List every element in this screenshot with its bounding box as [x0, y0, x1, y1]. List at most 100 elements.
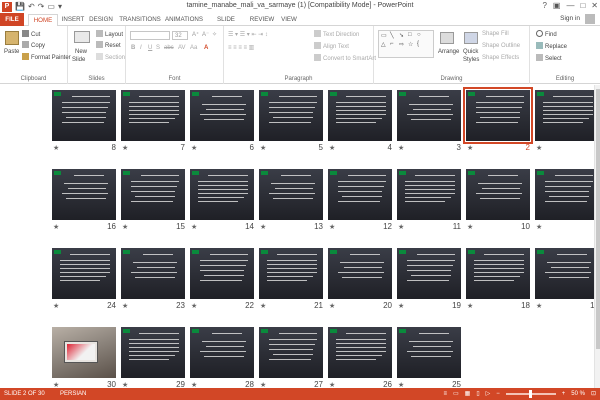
line-shape-icon[interactable]: ╲: [390, 32, 394, 39]
slide-transition-icon[interactable]: ★: [467, 302, 473, 310]
zoom-out-button[interactable]: −: [496, 388, 500, 400]
slide-thumbnail[interactable]: [259, 169, 323, 220]
bullets-icon[interactable]: ☰ ▾ ☰ ▾ ⇤ ⇥ ↕: [228, 31, 268, 40]
slide-thumbnail[interactable]: [259, 248, 323, 299]
find-button[interactable]: Find: [536, 30, 557, 40]
slide-transition-icon[interactable]: ★: [467, 223, 473, 231]
slide-thumbnail[interactable]: [190, 169, 254, 220]
sign-in-link[interactable]: Sign in: [560, 15, 580, 22]
tab-animations[interactable]: ANIMATIONS: [164, 14, 204, 26]
slide-transition-icon[interactable]: ★: [467, 144, 473, 152]
slide-thumbnail[interactable]: [190, 327, 254, 378]
tab-transitions[interactable]: TRANSITIONS: [118, 14, 162, 26]
slide-transition-icon[interactable]: ★: [536, 223, 542, 231]
shape-effects-button[interactable]: Shape Effects: [482, 54, 519, 63]
quick-styles-icon[interactable]: [464, 32, 478, 44]
format-painter-button[interactable]: Format Painter: [22, 53, 71, 63]
copy-button[interactable]: Copy: [22, 41, 45, 51]
arrange-icon[interactable]: [440, 32, 454, 44]
new-slide-icon[interactable]: [74, 31, 90, 43]
strikethrough-button[interactable]: abc: [164, 44, 174, 53]
slide-thumbnail[interactable]: [466, 169, 530, 220]
slideshow-view-icon[interactable]: ▷: [486, 388, 491, 400]
font-color-button[interactable]: A: [204, 44, 208, 53]
zoom-slider-thumb[interactable]: [528, 390, 532, 398]
scrollbar-thumb[interactable]: [596, 89, 600, 349]
layout-button[interactable]: Layout: [96, 30, 123, 40]
help-icon[interactable]: ?: [542, 0, 546, 12]
slide-transition-icon[interactable]: ★: [260, 302, 266, 310]
slide-transition-icon[interactable]: ★: [122, 144, 128, 152]
underline-button[interactable]: U: [148, 44, 152, 53]
minimize-icon[interactable]: —: [566, 0, 574, 12]
slide-transition-icon[interactable]: ★: [536, 302, 542, 310]
slide-transition-icon[interactable]: ★: [191, 302, 197, 310]
slide-thumbnail[interactable]: [190, 248, 254, 299]
paste-button[interactable]: Paste: [4, 48, 19, 57]
char-spacing-button[interactable]: AV: [178, 44, 186, 53]
corner-shape-icon[interactable]: ⌐: [390, 41, 394, 47]
slide-thumbnail[interactable]: [121, 327, 185, 378]
vertical-scrollbar[interactable]: [594, 85, 600, 388]
slide-transition-icon[interactable]: ★: [329, 144, 335, 152]
slide-thumbnail[interactable]: [535, 169, 599, 220]
rect2-shape-icon[interactable]: □: [408, 32, 412, 38]
slide-transition-icon[interactable]: ★: [536, 144, 542, 152]
slide-transition-icon[interactable]: ★: [260, 144, 266, 152]
font-name-combo[interactable]: [130, 31, 170, 40]
star-shape-icon[interactable]: ☆: [408, 41, 413, 48]
slide-thumbnail[interactable]: [463, 87, 533, 144]
slide-thumbnail[interactable]: [535, 248, 599, 299]
slide-thumbnail[interactable]: [52, 327, 116, 378]
convert-smartart-button[interactable]: Convert to SmartArt: [314, 54, 376, 64]
slide-transition-icon[interactable]: ★: [53, 302, 59, 310]
notes-icon[interactable]: ≡: [443, 388, 447, 400]
oval-shape-icon[interactable]: ○: [417, 32, 421, 38]
slide-thumbnail[interactable]: [328, 169, 392, 220]
new-slide-button-label2[interactable]: Slide: [72, 56, 85, 65]
slide-thumbnail[interactable]: [121, 90, 185, 141]
change-case-button[interactable]: Aa: [190, 44, 197, 53]
shapes-gallery[interactable]: ▭ ╲ ➘ □ ○ △ ⌐ ⇨ ☆ {: [378, 30, 434, 58]
tab-slide-show[interactable]: SLIDE SHOW: [207, 14, 245, 35]
slide-transition-icon[interactable]: ★: [329, 302, 335, 310]
bold-button[interactable]: B: [131, 44, 135, 53]
align-icons[interactable]: ≡ ≡ ≡ ≡ ▥: [228, 44, 254, 53]
slide-thumbnail[interactable]: [397, 327, 461, 378]
slide-sorter-view-icon[interactable]: ▦: [465, 388, 471, 400]
slide-thumbnail[interactable]: [397, 248, 461, 299]
italic-button[interactable]: I: [140, 44, 142, 53]
replace-button[interactable]: Replace: [536, 42, 567, 52]
align-text-button[interactable]: Align Text: [314, 42, 349, 52]
slide-transition-icon[interactable]: ★: [329, 223, 335, 231]
slide-thumbnail[interactable]: [535, 90, 599, 141]
normal-view-icon[interactable]: ▭: [453, 388, 459, 400]
section-button[interactable]: Section: [96, 53, 125, 63]
zoom-level[interactable]: 50 %: [571, 388, 585, 400]
maximize-icon[interactable]: □: [580, 0, 585, 12]
slide-transition-icon[interactable]: ★: [260, 223, 266, 231]
slide-thumbnail[interactable]: [190, 90, 254, 141]
slide-thumbnail[interactable]: [52, 248, 116, 299]
tab-insert[interactable]: INSERT: [60, 14, 86, 26]
slide-thumbnail[interactable]: [259, 90, 323, 141]
tab-review[interactable]: REVIEW: [248, 14, 276, 26]
paste-icon[interactable]: [5, 31, 19, 45]
grow-font-icon[interactable]: A⁺: [192, 31, 199, 40]
select-button[interactable]: Select: [536, 54, 562, 64]
slide-thumbnail[interactable]: [397, 90, 461, 141]
arrow-shape-icon[interactable]: ➘: [399, 32, 404, 39]
cut-button[interactable]: Cut: [22, 30, 40, 40]
slide-transition-icon[interactable]: ★: [398, 223, 404, 231]
rectangle-shape-icon[interactable]: ▭: [381, 32, 387, 39]
fit-window-icon[interactable]: ⊡: [591, 388, 596, 400]
slide-transition-icon[interactable]: ★: [398, 302, 404, 310]
zoom-slider[interactable]: [505, 390, 556, 398]
user-avatar[interactable]: [585, 14, 595, 24]
triangle-shape-icon[interactable]: △: [381, 41, 386, 48]
text-direction-button[interactable]: Text Direction: [314, 30, 359, 40]
zoom-in-button[interactable]: +: [562, 388, 566, 400]
slide-thumbnail[interactable]: [52, 169, 116, 220]
quick-styles-button-label2[interactable]: Styles: [463, 56, 479, 65]
right-arrow-shape-icon[interactable]: ⇨: [399, 41, 404, 48]
